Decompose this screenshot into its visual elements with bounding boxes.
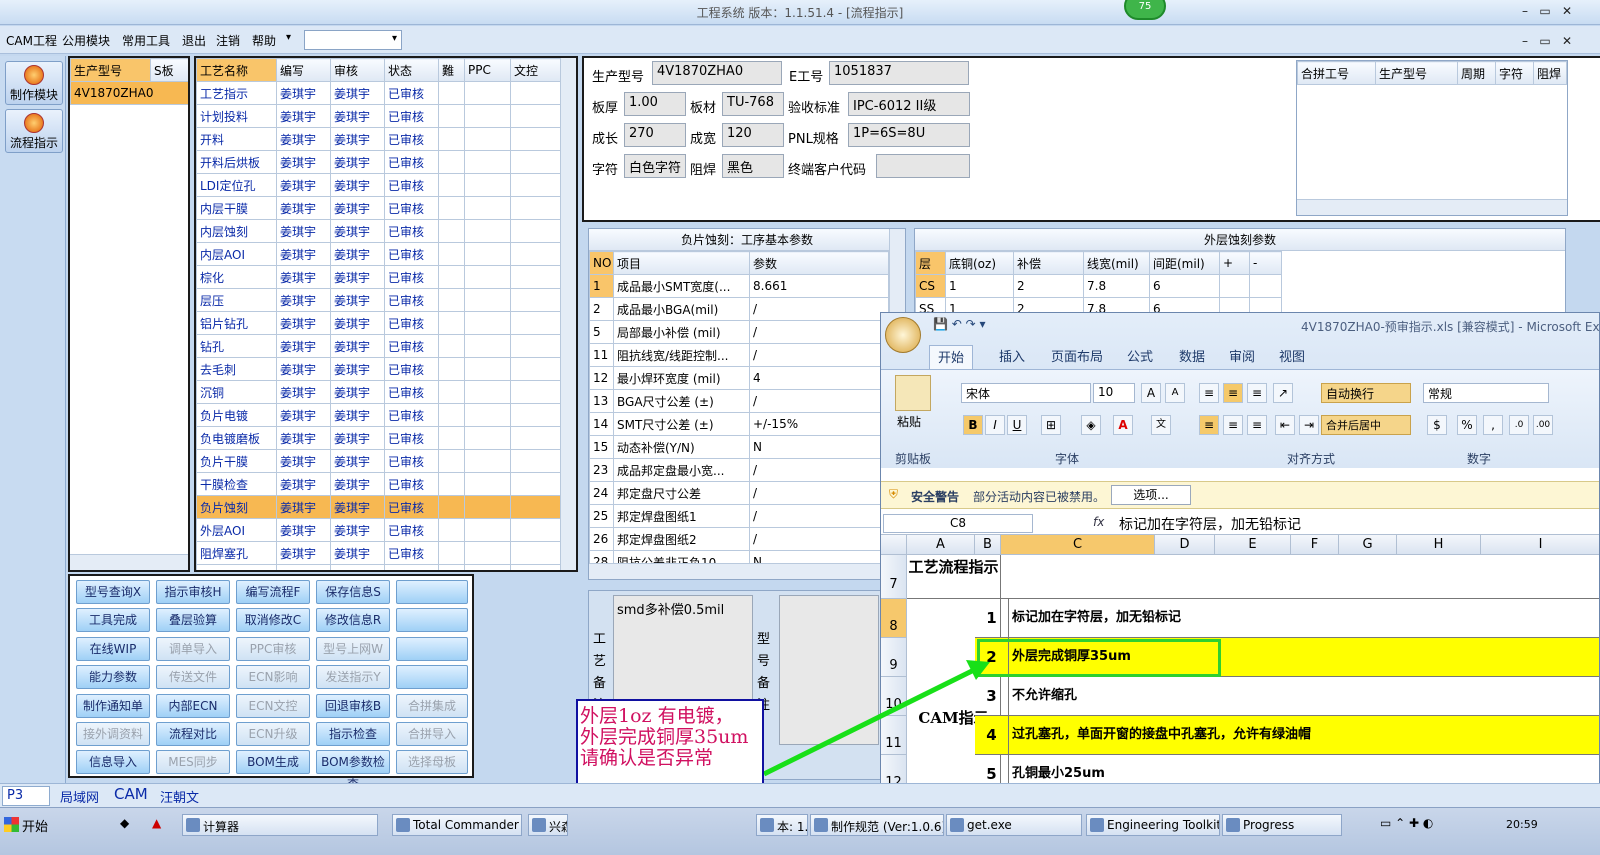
quicklaunch-icon[interactable]: ◆ (120, 816, 129, 830)
taskbar-item[interactable]: 计算器 (182, 814, 378, 836)
taskbar-item-label: Progress (1243, 818, 1295, 832)
taskbar-item-label: Total Commander 7.... (413, 818, 521, 832)
app-icon (532, 818, 546, 832)
start-label: 开始 (22, 820, 49, 835)
taskbar-item-label: 本: 1... (777, 820, 808, 834)
p3-select[interactable]: P3 (2, 786, 50, 806)
taskbar-item-label: 计算器 (203, 820, 240, 834)
app-icon (814, 818, 828, 832)
app-icon (1090, 818, 1104, 832)
taskbar: 开始 ◆ ▲ 计算器 Total Commander 7.... 兴森 本: 1...… (0, 807, 1600, 855)
app-icon (396, 818, 410, 832)
status-lan[interactable]: 局域网 (60, 787, 99, 806)
app-icon (950, 818, 964, 832)
pdf-icon[interactable]: ▲ (152, 816, 161, 830)
taskbar-item[interactable]: Engineering Toolkit 9... (1086, 814, 1220, 836)
annotation-line-1: 外层1oz 有电镀， (580, 705, 734, 727)
app-icon (760, 818, 774, 832)
annotation-line-2: 外层完成铜厚35um (580, 726, 749, 748)
app-icon (1226, 818, 1240, 832)
taskbar-item-label: get.exe (967, 818, 1012, 832)
windows-logo-icon (4, 817, 19, 832)
taskbar-item-label: Engineering Toolkit 9... (1107, 818, 1220, 832)
taskbar-item[interactable]: 制作规范 (Ver:1.0.6) (810, 814, 944, 836)
annotation-arrow (762, 660, 990, 777)
app-icon (186, 818, 200, 832)
status-cam[interactable]: CAM (114, 785, 148, 803)
status-bar: P3 局域网 CAM 汪朝文 (0, 783, 1600, 807)
taskbar-item[interactable]: 兴森 (528, 814, 568, 836)
taskbar-item[interactable]: Total Commander 7.... (392, 814, 522, 836)
annotation-line-3: 请确认是否异常 (580, 747, 714, 769)
taskbar-item-label: 制作规范 (Ver:1.0.6) (831, 820, 944, 834)
status-user[interactable]: 汪朝文 (160, 787, 199, 806)
clock: 20:59 (1506, 818, 1538, 831)
taskbar-item[interactable]: get.exe (946, 814, 1082, 836)
taskbar-item[interactable]: Progress (1222, 814, 1342, 836)
tray-icons[interactable]: ▭ ⌃ ✚ ◐ (1380, 816, 1433, 830)
taskbar-item[interactable]: 本: 1... (756, 814, 808, 836)
start-button[interactable]: 开始 (2, 812, 56, 838)
taskbar-item-label: 兴森 (549, 820, 567, 834)
